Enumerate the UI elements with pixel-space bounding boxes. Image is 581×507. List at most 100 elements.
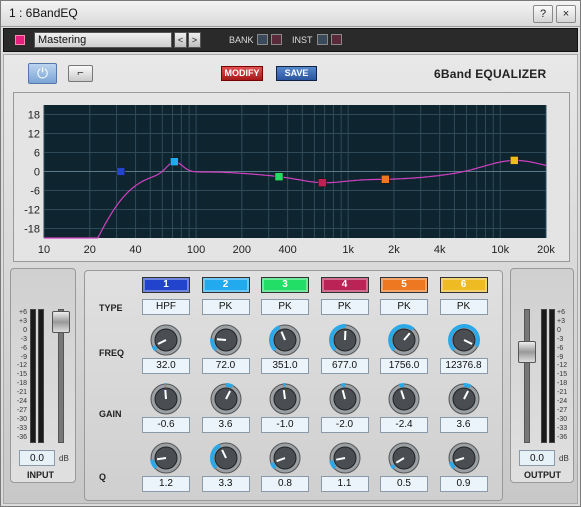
output-gain-value[interactable]: 0.0 (519, 450, 555, 466)
meter-scale-tick: -30 (557, 415, 568, 423)
band-3-type[interactable]: PK (261, 299, 309, 315)
band-2-gain-value[interactable]: 3.6 (201, 417, 250, 433)
band-4-gain-knob[interactable] (328, 382, 362, 416)
meter-scale-tick: -12 (557, 362, 568, 370)
band-5-gain-knob[interactable] (387, 382, 421, 416)
meter-scale-tick: -21 (557, 389, 568, 397)
band-4-type[interactable]: PK (320, 299, 369, 315)
bypass-icon[interactable]: ⌐ (68, 65, 93, 82)
band-4-q-knob[interactable] (328, 441, 362, 475)
meter-scale-tick: -6 (557, 344, 564, 352)
band-5-freq-knob[interactable] (387, 323, 421, 357)
band-3-freq-knob[interactable] (268, 323, 302, 357)
band-5-gain-value[interactable]: -2.4 (380, 417, 428, 433)
band-2-q-knob[interactable] (209, 441, 243, 475)
band-3-q-value[interactable]: 0.8 (261, 476, 309, 492)
band-6-q-knob[interactable] (447, 441, 481, 475)
band-2-type[interactable]: PK (201, 299, 250, 315)
band-5-freq-value[interactable]: 1756.0 (380, 358, 428, 374)
band-3-gain-knob[interactable] (268, 382, 302, 416)
y-tick-label: -12 (24, 205, 40, 217)
band-5-type[interactable]: PK (380, 299, 428, 315)
prev-preset-button[interactable]: < (174, 32, 187, 48)
input-label: INPUT (27, 470, 54, 480)
band-3-freq-value[interactable]: 351.0 (261, 358, 309, 374)
band-4-handle[interactable] (318, 178, 327, 187)
bank-blue-button[interactable] (257, 34, 268, 45)
band-6-gain-value[interactable]: 3.6 (439, 417, 488, 433)
input-gain-value[interactable]: 0.0 (19, 450, 55, 466)
band-5-q-value[interactable]: 0.5 (380, 476, 428, 492)
band-3-handle[interactable] (274, 172, 284, 181)
band-2-freq-knob[interactable] (209, 323, 243, 357)
band-3-button[interactable]: 3 (261, 277, 309, 293)
input-meter-right (38, 309, 44, 443)
band-3-q-knob[interactable] (268, 441, 302, 475)
eq-graph[interactable]: 18 12 6 0 -6 -12 -18 10 20 40 100 200 400 1k 2k 4k 10k 20… (13, 92, 570, 262)
band-6-q-value[interactable]: 0.9 (439, 476, 488, 492)
band-3-gain-value[interactable]: -1.0 (261, 417, 309, 433)
freq-row-label: FREQ (99, 348, 125, 358)
x-tick-label: 4k (434, 244, 446, 256)
band-1-type[interactable]: HPF (142, 299, 190, 315)
close-button[interactable]: × (556, 5, 576, 23)
band-2-q-value[interactable]: 3.3 (201, 476, 250, 492)
pin-icon[interactable] (15, 35, 25, 45)
inst-blue-button[interactable] (317, 34, 328, 45)
band-6-type[interactable]: PK (439, 299, 488, 315)
power-icon[interactable]: ⏻ (28, 63, 57, 84)
meter-scale-tick: -24 (16, 398, 27, 406)
band-4-button[interactable]: 4 (320, 277, 369, 293)
band-6-freq-knob[interactable] (447, 323, 481, 357)
band-4-q-value[interactable]: 1.1 (320, 476, 369, 492)
band-2-button[interactable]: 2 (201, 277, 250, 293)
band-1-gain-knob[interactable] (149, 382, 183, 416)
window-title: 1 : 6BandEQ (9, 6, 78, 20)
band-2-freq-value[interactable]: 72.0 (201, 358, 250, 374)
band-6-handle[interactable] (510, 156, 519, 165)
band-1-handle[interactable] (116, 167, 126, 176)
inst-red-button[interactable] (331, 34, 342, 45)
meter-scale-tick: 0 (23, 326, 27, 334)
meter-scale-tick: -30 (16, 415, 27, 423)
band-1-freq-value[interactable]: 32.0 (142, 358, 190, 374)
help-button[interactable]: ? (533, 5, 553, 23)
gain-row-label: GAIN (99, 409, 122, 419)
meter-scale-tick: -27 (16, 406, 27, 414)
band-6-freq-value[interactable]: 12376.8 (439, 358, 488, 374)
band-4-gain-value[interactable]: -2.0 (320, 417, 369, 433)
bank-red-button[interactable] (271, 34, 282, 45)
output-fader-track[interactable] (524, 309, 530, 443)
output-fader-knob[interactable] (518, 341, 536, 363)
band-4-freq-knob[interactable] (328, 323, 362, 357)
band-2-gain-knob[interactable] (209, 382, 243, 416)
band-1-gain-value[interactable]: -0.6 (142, 417, 190, 433)
band-5-handle[interactable] (381, 175, 390, 184)
x-tick-label: 200 (233, 244, 251, 256)
band-1-button[interactable]: 1 (142, 277, 190, 293)
band-6-button[interactable]: 6 (439, 277, 488, 293)
meter-scale-tick: +3 (19, 317, 27, 325)
y-tick-label: 6 (34, 148, 40, 160)
band-1-q-value[interactable]: 1.2 (142, 476, 190, 492)
x-tick-label: 1k (342, 244, 354, 256)
input-fader-knob[interactable] (52, 311, 70, 333)
meter-scale-tick: -21 (16, 389, 27, 397)
band-5-q-knob[interactable] (387, 441, 421, 475)
meter-scale-tick: -18 (16, 380, 27, 388)
band-5-button[interactable]: 5 (380, 277, 428, 293)
band-1-q-knob[interactable] (149, 441, 183, 475)
modify-button[interactable]: MODIFY (221, 66, 263, 81)
band-2-handle[interactable] (170, 157, 179, 166)
eq-graph-svg[interactable]: 18 12 6 0 -6 -12 -18 10 20 40 100 200 400 1k 2k 4k 10k 20… (14, 93, 571, 263)
band-1-freq-knob[interactable] (149, 323, 183, 357)
band-4-freq-value[interactable]: 677.0 (320, 358, 369, 374)
input-db-unit: dB (59, 454, 69, 463)
eq-panel: ⏻ ⌐ MODIFY SAVE 6Band EQUALIZER 18 12 6 0 -6… (3, 54, 578, 504)
band-6-gain-knob[interactable] (447, 382, 481, 416)
y-tick-label: 18 (28, 110, 40, 122)
preset-name-field[interactable]: Mastering (34, 32, 172, 48)
output-meter-scale: +6 +3 0 -3 -6 -9 -12 -15 -18 -21 -24 -27 -30 -33 -36 (557, 309, 573, 443)
next-preset-button[interactable]: > (188, 32, 201, 48)
save-button[interactable]: SAVE (276, 66, 317, 81)
